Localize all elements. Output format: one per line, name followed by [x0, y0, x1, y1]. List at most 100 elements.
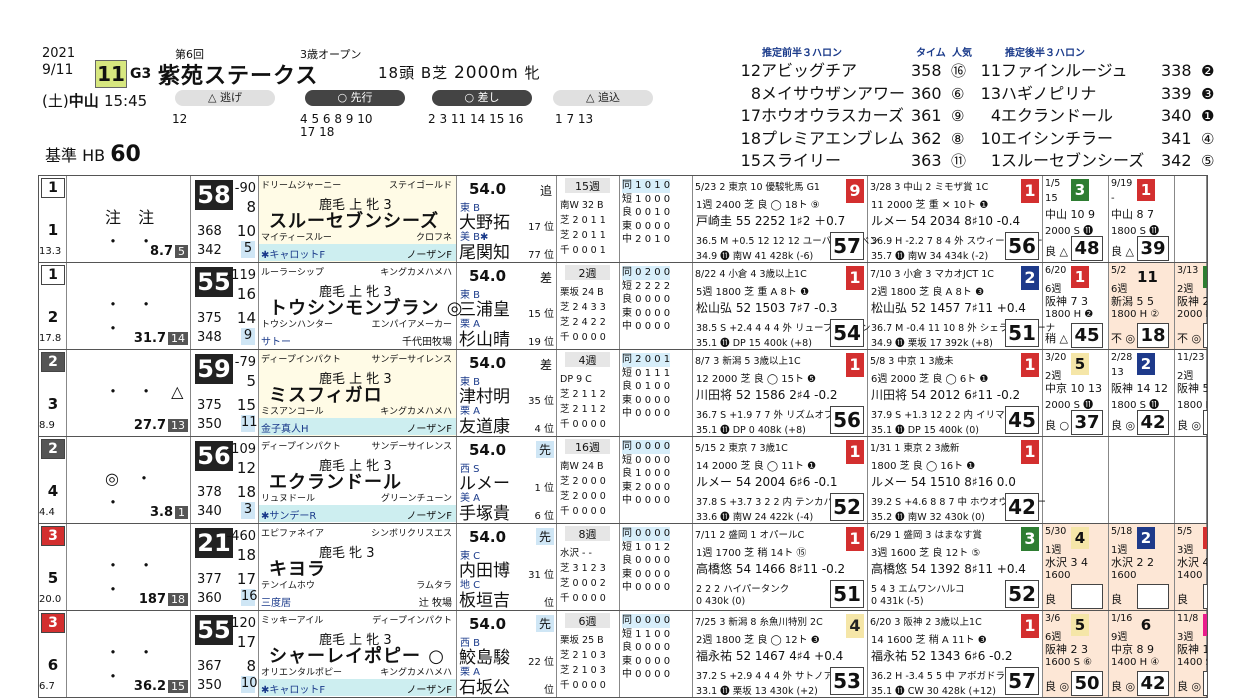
past-race-1-workout: 33.1 ⓫ 栗坂 13 430k (+2)	[696, 686, 818, 697]
back-ranking-name: エクランドール	[1001, 106, 1114, 125]
runner-count: 18頭	[378, 64, 416, 82]
pace-oikomi: △ 追込	[553, 90, 653, 106]
workout-line: 芝 2 0 1 1	[560, 230, 606, 241]
front-ranking-name: メイサウザンアワー	[761, 83, 906, 103]
record-lines: 同 0 2 0 0短 2 2 2 2 良 0 0 0 0東 0 0 0 0 中 0 …	[622, 266, 671, 334]
popularity: 5	[175, 245, 188, 258]
pace-nige: △ 逃げ	[175, 90, 275, 106]
race-sex: 牝	[524, 64, 541, 82]
older-race-2-going: 不 ◎	[1111, 332, 1136, 345]
past-race-2-course: 2週 1800 芝 良 A 8ト ❸	[871, 287, 985, 298]
back-ranking-pop: ❸	[1201, 84, 1215, 103]
past-race-1-pace: 37.8 S +3.7 3 2 2 内 テンカハル	[696, 497, 843, 508]
workout-lines: 南W 32 B 芝 2 0 1 1 芝 2 0 1 1 千 0 0 0 1	[560, 198, 606, 258]
pace-nige-nums: 12	[172, 112, 188, 126]
past-race-1: 7/11 2 盛岡 1 オパールC 1 1週 1700 芝 稍 14ト ⑮ 高橋悠 5…	[693, 524, 868, 610]
past-race-2-workout: 35.1 ⓫ CW 30 428k (+12)	[871, 686, 996, 697]
index-diff: -460	[226, 529, 256, 544]
past-race-1-finish: 9	[846, 179, 864, 203]
older-race-1: 3/20 5 2週 中京 10 13 2000 S ⓫良 ○ 37	[1043, 350, 1109, 436]
breeder: 千代田牧場	[402, 337, 452, 348]
weight: 54.0	[469, 354, 507, 372]
trainer-rank: 位	[544, 598, 554, 609]
older-race-1-date: 3/6	[1045, 613, 1061, 624]
race-distance: 2000m	[453, 63, 519, 83]
trainer-name: 尾関知	[459, 243, 510, 263]
first-half-rank: 15	[236, 396, 256, 414]
horse-number: 1	[47, 221, 59, 239]
past-race-1: 8/7 3 新潟 5 3歳以上1C 1 12 2000 芝 良 ◯ 15ト ❺ 川田将…	[693, 350, 868, 436]
past-race-2-pace: 37.9 S +1.3 12 2 2 内 イリマ	[871, 410, 1005, 421]
older-race-3-distance: 2000 M ❸	[1177, 309, 1207, 320]
weight: 54.0	[469, 180, 507, 198]
sire: ルーラーシップ	[261, 268, 324, 278]
record-cell: 同 0 0 0 0短 1 1 0 0 良 0 0 0 0東 0 0 0 0 中 0 …	[620, 611, 693, 697]
jockey-rank: 31 位	[528, 570, 554, 581]
past-race-1: 5/23 2 東京 10 優駿牝馬 G1 9 1週 2400 芝 良 ◯ 18ト ⑨…	[693, 176, 879, 262]
second-half-time: 350	[197, 417, 222, 432]
older-race-2-venue: 阪神 14 12	[1111, 382, 1168, 395]
older-race-1-distance: 1600 S ⑥	[1045, 657, 1093, 668]
record-line: 中 0 0 0 0	[622, 495, 671, 507]
older-race-2-score	[1137, 584, 1169, 609]
running-style: 先	[535, 528, 554, 545]
front-ranking-row: 17ホウオウラスカーズ 361 ⑨	[735, 105, 966, 128]
second-half-time: 342	[197, 243, 222, 258]
older-race-1-distance: 1800 H ❷	[1045, 309, 1094, 320]
frame-number: 3	[41, 613, 65, 633]
trainer-name: 板垣吉	[459, 591, 510, 611]
trainer-rank: 位	[544, 685, 554, 696]
rest-weeks: 2週	[565, 265, 610, 280]
workout-line: 芝 2 4 3 3	[560, 302, 606, 313]
record-line: 短 1 0 0 0	[622, 193, 671, 205]
second-half-rank: 5	[241, 241, 255, 258]
record-line: 同 0 0 0 0	[622, 440, 671, 454]
pace-senko: ○ 先行	[305, 90, 405, 106]
past-race-1-course: 1週 2400 芝 良 ◯ 18ト ⑨	[696, 200, 820, 211]
older-race-3-date: 5/5	[1177, 526, 1193, 537]
first-half-rank: 17	[236, 570, 256, 588]
older-race-1-date: 1/5	[1045, 178, 1061, 189]
past-race-2-title: 5/8 3 中京 1 3歳未	[870, 356, 954, 367]
horse-name-cell: ミッキーアイル ディープインパクト 鹿毛 上 牝 3 シャーレイポピー ○ オリエンタル…	[259, 611, 457, 697]
jockey-rank: 22 位	[528, 657, 554, 668]
dam-sire: ラムタラ	[416, 581, 452, 591]
older-race-1: 3/6 5 6週 阪神 2 3 1600 S ⑥良 ◎ 50	[1043, 611, 1109, 697]
second-half-time: 350	[197, 678, 222, 693]
workout-line: 芝 2 1 0 3	[560, 650, 606, 661]
horse-name-cell: ルーラーシップ キングカメハメハ 鹿毛 上 牝 3 トウシンモンブラン ◎ トウシンハン…	[259, 263, 462, 349]
older-race-2-finish: 2	[1137, 527, 1155, 549]
running-style: 差	[539, 358, 552, 372]
first-half-time: 367	[197, 659, 222, 674]
owner-bar: 金子真人H ノーザンF	[259, 418, 456, 435]
past-race-1-result: 川田将 52 1586 2♯4 -0.2	[696, 388, 838, 402]
older-race-1-score	[1071, 584, 1103, 609]
workout-cell: 4週 DP 9 C 芝 2 1 1 2 芝 2 1 1 2 千 0 0 0 0	[557, 350, 620, 436]
jockey-cell: 54.0 追東 B 大野拓 17 位美 B✱ 尾関知 77 位	[457, 176, 557, 262]
base-odds: 6.7	[39, 681, 55, 692]
rest-weeks: 8週	[565, 526, 610, 541]
back-ranking-row: 4エクランドール 340 ❶	[975, 105, 1215, 128]
past-race-2-finish: 1	[1021, 614, 1039, 638]
past-race-1-workout: 35.1 ⓫ DP 15 400k (+8)	[696, 338, 812, 349]
front-ranking-num: 8	[750, 83, 761, 103]
older-race-2-date: 2/28	[1111, 352, 1133, 363]
trainer-name: 手塚貴	[459, 504, 510, 524]
running-style: 先	[535, 615, 554, 632]
sire-of-sire: シンボリクリスエス	[370, 529, 452, 539]
first-half-rank: 8	[246, 657, 256, 675]
older-race-1-date: 3/20	[1045, 352, 1067, 363]
index-diff: -79	[234, 355, 256, 370]
odds-value: 31.7	[133, 331, 166, 346]
back-ranking-row: 1スルーセブンシーズ 342 ⑤	[975, 150, 1215, 173]
jockey-rank: 35 位	[528, 396, 554, 407]
older-race-2-distance: 1400 H ④	[1111, 657, 1160, 668]
older-race-2-distance: 1800 S ⓫	[1111, 400, 1160, 411]
older-race-2-score: 39	[1137, 236, 1169, 261]
workout-cell: 6週 栗坂 25 B 芝 2 1 0 3 芝 2 1 0 3 千 0 0 0 0	[557, 611, 620, 697]
sire: エピファネイア	[261, 529, 325, 539]
workout-line: 栗坂 24 B	[560, 287, 604, 298]
odds-value: 27.7	[133, 418, 166, 433]
running-style: 差	[539, 271, 552, 285]
index-rank: 18	[236, 546, 256, 564]
